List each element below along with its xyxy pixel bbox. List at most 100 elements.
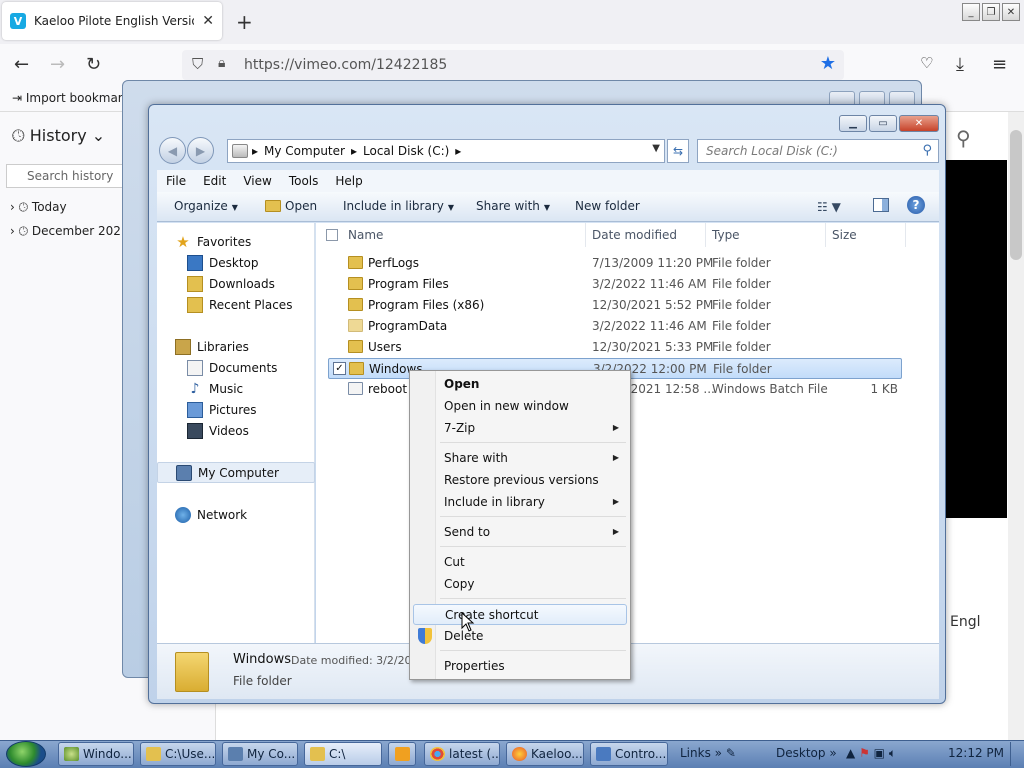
- volume-icon[interactable]: 🔈︎: [889, 746, 896, 760]
- network-tray-icon[interactable]: ▣: [874, 746, 885, 760]
- taskbar-button-media[interactable]: [388, 742, 416, 766]
- forward-icon[interactable]: →: [50, 54, 65, 75]
- taskbar-button-windows[interactable]: Windo...: [58, 742, 134, 766]
- maximize-icon[interactable]: ▭: [869, 115, 897, 132]
- select-all-checkbox[interactable]: [326, 229, 338, 241]
- menu-item-delete[interactable]: Delete: [413, 626, 627, 647]
- menu-view[interactable]: View: [234, 174, 279, 188]
- column-header-name[interactable]: Name: [342, 223, 586, 247]
- nav-desktop[interactable]: Desktop: [157, 252, 315, 273]
- close-icon[interactable]: ✕: [1002, 3, 1020, 21]
- taskbar-button-my-computer[interactable]: My Co...: [222, 742, 298, 766]
- menu-item-open-new-window[interactable]: Open in new window: [413, 396, 627, 417]
- preview-pane-icon[interactable]: [873, 198, 889, 212]
- menu-tools[interactable]: Tools: [280, 174, 327, 188]
- reload-icon[interactable]: ↻: [86, 54, 101, 75]
- file-row-users[interactable]: Users 12/30/2021 5:33 PM File folder: [328, 337, 902, 358]
- menu-item-restore-previous[interactable]: Restore previous versions: [413, 470, 627, 491]
- share-with-button[interactable]: Share with ▼: [476, 199, 550, 213]
- show-desktop-button[interactable]: [1010, 742, 1022, 766]
- column-header-size[interactable]: Size: [826, 223, 906, 247]
- menu-file[interactable]: File: [157, 174, 194, 188]
- taskbar-button-control[interactable]: Contro...: [590, 742, 668, 766]
- pocket-icon[interactable]: ♡: [920, 54, 933, 72]
- lock-icon[interactable]: 🔒︎: [218, 55, 225, 71]
- browser-tab[interactable]: V Kaeloo Pilote English Version on ✕: [2, 2, 222, 40]
- menu-item-cut[interactable]: Cut: [413, 552, 627, 573]
- page-search-icon[interactable]: ⚲: [956, 126, 971, 150]
- nav-documents[interactable]: Documents: [157, 357, 315, 378]
- nav-libraries[interactable]: Libraries: [157, 336, 315, 357]
- breadcrumb-local-disk[interactable]: Local Disk (C:): [363, 144, 449, 158]
- new-folder-button[interactable]: New folder: [575, 199, 640, 213]
- search-icon[interactable]: ⚲: [922, 143, 932, 158]
- taskbar-desktop-toolbar[interactable]: Desktop »: [776, 746, 837, 760]
- history-sidebar-title[interactable]: 🕓︎ History ⌄: [12, 126, 105, 146]
- flag-icon[interactable]: ⚑: [859, 746, 870, 760]
- start-button[interactable]: [6, 741, 46, 767]
- menu-edit[interactable]: Edit: [194, 174, 234, 188]
- taskbar-links-toolbar[interactable]: Links » ✎: [680, 746, 736, 760]
- menu-item-open[interactable]: Open: [413, 374, 627, 395]
- menu-item-share-with[interactable]: Share with ▶: [413, 448, 627, 469]
- nav-network[interactable]: Network: [157, 504, 315, 525]
- minimize-icon[interactable]: _: [962, 3, 980, 21]
- menu-item-include-library[interactable]: Include in library ▶: [413, 492, 627, 513]
- minimize-icon[interactable]: ▁: [839, 115, 867, 132]
- close-tab-icon[interactable]: ✕: [202, 13, 214, 29]
- nav-downloads[interactable]: Downloads: [157, 273, 315, 294]
- open-button[interactable]: Open: [265, 199, 317, 213]
- address-dropdown-icon[interactable]: ▼: [652, 143, 660, 154]
- url-bar[interactable]: ⛉ 🔒︎ https://vimeo.com/12422185 ★: [182, 50, 844, 80]
- menu-help[interactable]: Help: [326, 174, 370, 188]
- nav-music[interactable]: ♪ Music: [157, 378, 315, 399]
- new-tab-button[interactable]: +: [236, 10, 253, 34]
- file-row-program-files[interactable]: Program Files 3/2/2022 11:46 AM File fol…: [328, 274, 902, 295]
- close-icon[interactable]: ✕: [899, 115, 939, 132]
- nav-my-computer[interactable]: My Computer: [157, 462, 315, 483]
- shield-icon[interactable]: ⛉: [192, 55, 203, 73]
- history-group-today[interactable]: › 🕓︎ Today: [10, 200, 67, 215]
- row-checkbox[interactable]: ✓: [333, 362, 346, 375]
- history-group-december[interactable]: › 🕓︎ December 202: [10, 224, 121, 239]
- nav-recent-places[interactable]: Recent Places: [157, 294, 315, 315]
- clock[interactable]: 12:12 PM: [948, 746, 1004, 760]
- taskbar-button-c-drive[interactable]: C:\: [304, 742, 382, 766]
- taskbar-button-c-users[interactable]: C:\Use...: [140, 742, 216, 766]
- restore-icon[interactable]: ❐: [982, 3, 1000, 21]
- search-input[interactable]: Search Local Disk (C:) ⚲: [697, 139, 939, 163]
- back-icon[interactable]: ←: [14, 54, 29, 75]
- breadcrumb-sep-icon[interactable]: ▸: [455, 144, 461, 158]
- breadcrumb-sep-icon[interactable]: ▸: [351, 144, 357, 158]
- file-row-perflogs[interactable]: PerfLogs 7/13/2009 11:20 PM File folder: [328, 253, 902, 274]
- column-header-type[interactable]: Type: [706, 223, 826, 247]
- nav-pictures[interactable]: Pictures: [157, 399, 315, 420]
- address-bar[interactable]: ▸ My Computer ▸ Local Disk (C:) ▸ ▼: [227, 139, 665, 163]
- menu-item-7zip[interactable]: 7-Zip ▶: [413, 418, 627, 439]
- change-view-icon[interactable]: ☷ ▼: [817, 200, 841, 214]
- help-icon[interactable]: ?: [907, 196, 925, 214]
- taskbar-button-latest[interactable]: latest (...: [424, 742, 500, 766]
- menu-item-create-shortcut[interactable]: Create shortcut: [413, 604, 627, 625]
- file-row-program-files-x86[interactable]: Program Files (x86) 12/30/2021 5:52 PM F…: [328, 295, 902, 316]
- file-row-programdata[interactable]: ProgramData 3/2/2022 11:46 AM File folde…: [328, 316, 902, 337]
- bookmark-star-icon[interactable]: ★: [820, 53, 836, 74]
- tray-expand-icon[interactable]: ▲: [846, 746, 855, 760]
- column-header-date[interactable]: Date modified: [586, 223, 706, 247]
- notepad-icon[interactable]: ✎: [726, 746, 736, 760]
- taskbar-button-kaeloo[interactable]: Kaeloo...: [506, 742, 584, 766]
- include-in-library-button[interactable]: Include in library ▼: [343, 199, 454, 213]
- breadcrumb-my-computer[interactable]: My Computer: [264, 144, 345, 158]
- breadcrumb-sep-icon[interactable]: ▸: [252, 144, 258, 158]
- nav-videos[interactable]: Videos: [157, 420, 315, 441]
- forward-icon[interactable]: ▶: [187, 137, 214, 164]
- import-bookmarks-link[interactable]: ⇥ Import bookmark: [12, 91, 130, 105]
- refresh-icon[interactable]: ⇆: [667, 139, 689, 163]
- menu-item-properties[interactable]: Properties: [413, 656, 627, 677]
- menu-item-send-to[interactable]: Send to ▶: [413, 522, 627, 543]
- page-scroll-thumb[interactable]: [1010, 130, 1022, 260]
- download-icon[interactable]: ⤓: [956, 54, 964, 75]
- back-icon[interactable]: ◀: [159, 137, 186, 164]
- menu-icon[interactable]: ≡: [992, 54, 1007, 75]
- video-player[interactable]: [944, 160, 1007, 518]
